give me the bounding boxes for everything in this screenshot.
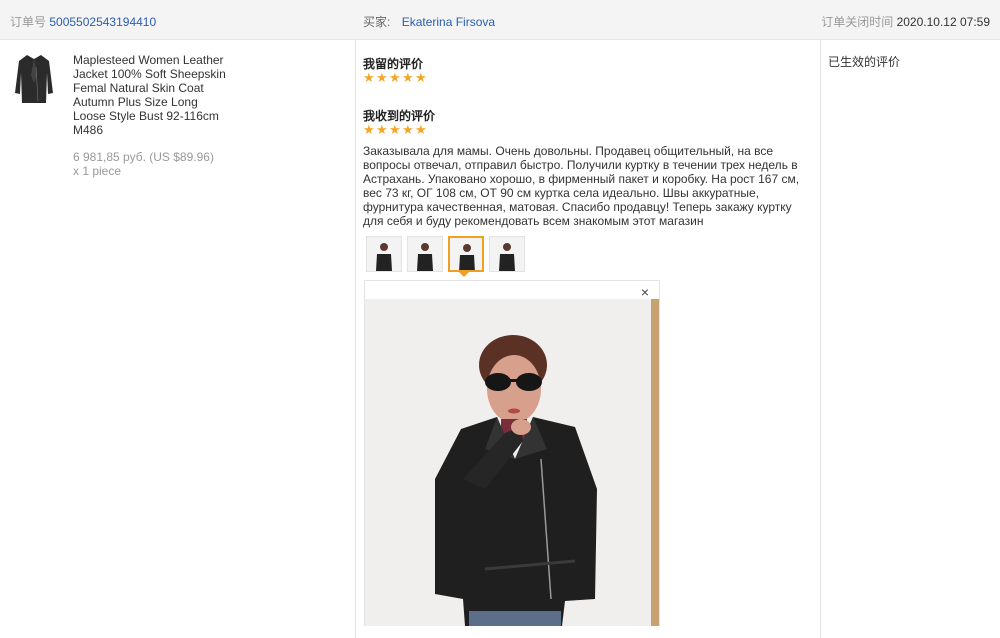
column-divider bbox=[820, 40, 821, 638]
woman-in-leather-jacket-photo bbox=[365, 299, 659, 626]
review-photo-thumbnail[interactable] bbox=[489, 236, 525, 272]
star-icon: ★ bbox=[415, 122, 427, 137]
order-closed-block: 订单关闭时间 2020.10.12 07:59 bbox=[821, 13, 990, 30]
selected-thumbnail-caret bbox=[459, 272, 469, 277]
product-price: 6 981,85 руб. (US $89.96) bbox=[73, 150, 214, 164]
star-icon: ★ bbox=[363, 70, 375, 85]
photo-thumbnail-icon bbox=[499, 243, 515, 271]
star-icon: ★ bbox=[402, 70, 414, 85]
order-number-link[interactable]: 5005502543194410 bbox=[49, 15, 156, 29]
photo-thumbnail-icon bbox=[376, 243, 392, 271]
buyer-name-link[interactable]: Ekaterina Firsova bbox=[402, 15, 495, 29]
photo-viewer: × bbox=[364, 280, 660, 626]
star-icon: ★ bbox=[376, 122, 388, 137]
photo-thumbnail-icon bbox=[459, 244, 475, 270]
order-number-block: 订单号 5005502543194410 bbox=[10, 13, 156, 30]
leather-jacket-icon bbox=[15, 55, 53, 103]
review-photo-thumbnail[interactable] bbox=[366, 236, 402, 272]
order-label: 订单号 bbox=[10, 15, 47, 29]
product-quantity: x 1 piece bbox=[73, 164, 122, 178]
photo-thumbnail-icon bbox=[417, 243, 433, 271]
review-text: Заказывала для мамы. Очень довольны. Про… bbox=[363, 144, 800, 228]
my-review-rating: ★ ★ ★ ★ ★ bbox=[363, 70, 427, 85]
closed-label: 订单关闭时间 bbox=[821, 15, 894, 29]
review-photo-thumbnail[interactable] bbox=[407, 236, 443, 272]
review-photo[interactable] bbox=[365, 299, 659, 626]
review-photo-thumbnails bbox=[366, 236, 525, 272]
star-icon: ★ bbox=[402, 122, 414, 137]
star-icon: ★ bbox=[376, 70, 388, 85]
product-thumbnail[interactable] bbox=[14, 53, 54, 105]
star-icon: ★ bbox=[415, 70, 427, 85]
review-photo-thumbnail-selected[interactable] bbox=[448, 236, 484, 272]
buyer-block: 买家: Ekaterina Firsova bbox=[363, 13, 495, 30]
review-status: 已生效的评价 bbox=[828, 55, 901, 69]
close-icon[interactable]: × bbox=[641, 284, 649, 300]
product-title-link[interactable]: Maplesteed Women Leather Jacket 100% Sof… bbox=[73, 53, 233, 137]
order-header: 订单号 5005502543194410 买家: Ekaterina Firso… bbox=[0, 0, 1000, 40]
star-icon: ★ bbox=[389, 122, 401, 137]
buyer-label: 买家: bbox=[363, 15, 391, 29]
star-icon: ★ bbox=[389, 70, 401, 85]
star-icon: ★ bbox=[363, 122, 375, 137]
closed-time: 2020.10.12 07:59 bbox=[896, 15, 990, 29]
received-review-rating: ★ ★ ★ ★ ★ bbox=[363, 122, 427, 137]
column-divider bbox=[355, 40, 356, 638]
